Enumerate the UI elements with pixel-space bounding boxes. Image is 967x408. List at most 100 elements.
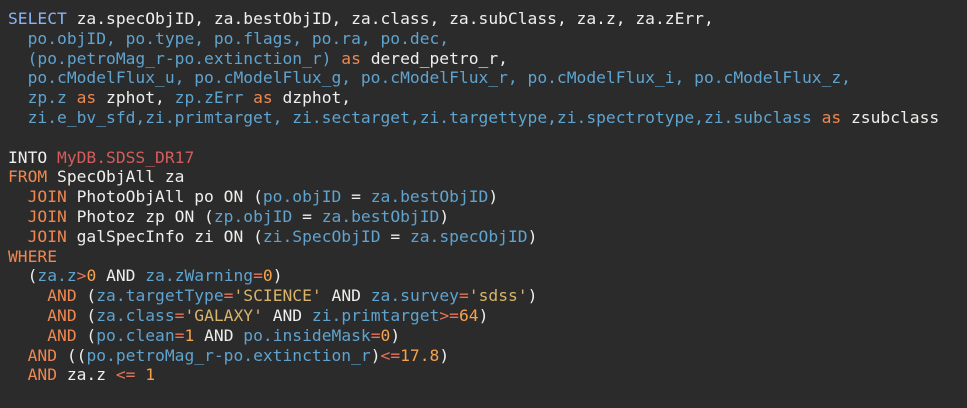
code-line: (po.petroMag_r-po.extinction_r) as dered… [8,49,967,69]
code-token-number: 0 [380,325,391,345]
code-token-keyword: SELECT [8,9,67,28]
code-token-text: ) [488,187,499,207]
code-token-identifier: zi.e_bv_sfd,zi.primtarget, zi.sectarget,… [8,107,822,127]
code-token-text: (( [57,345,87,365]
code-token-text: ) [390,325,401,345]
code-token-text: za.specObjID, za.bestObjID, za. [66,9,381,28]
code-token-text: ) [370,345,381,365]
code-token-alias-keyword: AND [8,305,77,325]
code-token-text: AND [194,325,244,345]
code-line: AND za.z <= 1 [8,365,967,385]
code-token-text: class [380,9,430,28]
code-token-alias-keyword: AND [8,325,77,345]
code-token-text: zsubclass [841,107,940,127]
code-token-string: 'GALAXY' [184,305,263,325]
code-token-operator: <= [380,345,401,365]
code-token-text: INTO [8,147,58,167]
code-token-text: zphot, [96,88,175,108]
code-token-identifier: za.bestObjID [321,206,440,226]
code-token-identifier: po.insideMask [243,325,371,345]
code-token-alias-keyword: as [341,48,361,68]
code-token-operator: = [458,286,469,306]
code-token-identifier: za.specObjID [409,226,528,246]
code-token-operator: = [370,325,381,345]
code-line: INTO MyDB.SDSS_DR17 [8,148,967,168]
code-token-text: ) [527,226,538,246]
code-token-text: ) [439,345,450,365]
code-token-identifier: po.objID [262,187,342,207]
code-line: JOIN galSpecInfo zi ON (zi.SpecObjID = z… [8,227,967,247]
code-token-text: ( [76,325,97,345]
code-token-text: ) [478,305,489,325]
code-token-identifier: zp.zErr [174,88,254,108]
code-token-number: 17.8 [400,345,440,365]
code-token-alias-keyword: JOIN [8,187,67,207]
code-token-identifier: zp.z [8,88,77,108]
code-token-number: 1 [184,325,195,345]
code-token-alias-keyword: as [76,88,97,108]
code-token-operator: > [76,266,87,286]
code-token-operator: = [253,266,263,286]
code-token-identifier: po.petroMag_r-po.extinction_r [86,345,371,365]
code-token-number: 0 [262,266,273,286]
code-token-string: 'SCIENCE' [233,286,322,306]
code-line: AND (za.targetType='SCIENCE' AND za.surv… [8,286,967,306]
code-token-text: dered_petro_r, [360,48,508,68]
code-token-text: ) [272,266,283,286]
code-line: zi.e_bv_sfd,zi.primtarget, zi.sectarget,… [8,108,967,128]
code-line: AND (za.class='GALAXY' AND zi.primtarget… [8,306,967,326]
code-token-table-name: MyDB.SDSS_DR17 [57,147,195,167]
code-token-identifier: za.class [96,305,175,325]
code-line: JOIN PhotoObjAll po ON (po.objID = za.be… [8,187,967,207]
code-token-text: ( [8,266,38,286]
code-token-alias-keyword: AND [8,345,58,365]
code-line: zp.z as zphot, zp.zErr as dzphot, [8,88,967,108]
code-area[interactable]: SELECT za.specObjID, za.bestObjID, za.cl… [8,9,967,385]
code-line: AND (po.clean=1 AND po.insideMask=0) [8,326,967,346]
code-line: JOIN Photoz zp ON (zp.objID = za.bestObj… [8,207,967,227]
sql-code-editor[interactable]: SELECT za.specObjID, za.bestObjID, za.cl… [0,0,967,408]
code-token-text: AND [321,286,371,306]
code-token-text: ( [76,286,97,306]
code-token-identifier: po.clean [96,325,175,345]
code-token-text: AND [96,266,146,286]
code-token-alias-keyword: as [821,107,842,127]
code-token-text: AND [262,305,312,325]
code-token-operator: >= [439,305,459,325]
code-token-identifier: po.objID, po.type, po.flags, po.ra, po.d… [8,28,450,48]
code-token-string: 'sdss' [468,286,528,306]
code-token-text: za.z [57,365,116,385]
code-token-text: = [292,206,322,226]
code-line: po.cModelFlux_u, po.cModelFlux_g, po.cMo… [8,68,967,88]
code-token-text: dzphot, [272,88,352,108]
code-token-identifier: za.survey [370,286,459,306]
code-token-text: ( [76,305,97,325]
code-token-identifier: za.z [37,266,77,286]
code-token-text: Photoz zp ON ( [66,206,214,226]
code-token-alias-keyword: AND [8,286,77,306]
code-token-identifier: za.targetType [96,286,224,306]
code-token-identifier: za.bestObjID [370,187,489,207]
code-token-number: 1 [145,365,156,385]
code-token-operator: = [223,286,234,306]
code-token-text: = [380,226,410,246]
code-token-text: ) [527,286,538,306]
code-token-text: ) [439,206,450,226]
code-token-identifier: zi.primtarget [311,305,440,325]
code-token-alias-keyword: WHERE [8,246,58,266]
code-line: po.objID, po.type, po.flags, po.ra, po.d… [8,29,967,49]
code-token-identifier: (po.petroMag_r-po.extinction_r) [8,48,342,68]
code-token-operator: <= [115,365,136,385]
code-token-text: galSpecInfo zi ON ( [66,226,263,246]
code-token-text: , za.subClass, za.z, za.zErr, [429,9,714,28]
code-token-operator: = [174,305,185,325]
code-line: WHERE [8,247,967,267]
code-token-alias-keyword: AND [8,365,58,385]
code-token-identifier: za.zWarning [145,266,254,286]
code-token-text: = [341,187,371,207]
code-token-text: SpecObjAll za [47,167,185,187]
code-token-operator: = [174,325,185,345]
code-line: AND ((po.petroMag_r-po.extinction_r)<=17… [8,346,967,366]
